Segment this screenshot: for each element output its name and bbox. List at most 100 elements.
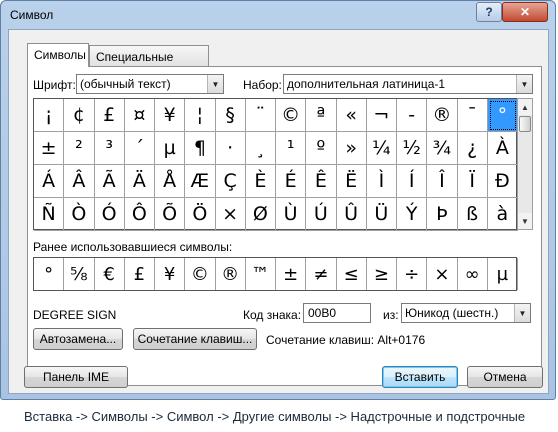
recent-symbol-cell[interactable]: € bbox=[95, 258, 125, 290]
symbol-cell[interactable]: Ç bbox=[215, 165, 246, 198]
symbol-cell[interactable]: Õ bbox=[155, 198, 186, 231]
symbol-cell[interactable]: ª bbox=[306, 99, 337, 132]
recent-symbol-cell[interactable]: ® bbox=[216, 258, 246, 290]
symbol-cell[interactable]: Â bbox=[64, 165, 95, 198]
cancel-button[interactable]: Отмена bbox=[467, 366, 543, 388]
recent-symbol-cell[interactable]: ∞ bbox=[458, 258, 488, 290]
close-button[interactable]: ✕ bbox=[502, 2, 548, 22]
symbol-cell[interactable]: Ø bbox=[245, 198, 276, 231]
font-combo[interactable]: (обычный текст) ▼ bbox=[76, 74, 224, 94]
ime-pad-button[interactable]: Панель IME bbox=[24, 366, 128, 388]
symbol-cell[interactable]: ¡ bbox=[34, 99, 65, 132]
symbol-cell[interactable]: Þ bbox=[427, 198, 458, 231]
symbol-cell[interactable]: § bbox=[215, 99, 246, 132]
recent-symbol-cell[interactable]: ° bbox=[34, 258, 65, 290]
symbol-cell[interactable]: ¿ bbox=[457, 132, 488, 165]
scroll-down-icon[interactable]: ▼ bbox=[518, 213, 532, 229]
symbol-cell[interactable]: ß bbox=[457, 198, 488, 231]
autocorrect-button[interactable]: Автозамена... bbox=[33, 328, 123, 350]
title-bar[interactable]: Символ ? ✕ bbox=[1, 1, 555, 29]
from-combo[interactable]: Юникод (шестн.) ▼ bbox=[401, 303, 531, 323]
recent-symbol-cell[interactable]: × bbox=[427, 258, 458, 290]
symbol-cell[interactable]: Ã bbox=[94, 165, 125, 198]
symbol-cell[interactable]: × bbox=[215, 198, 246, 231]
recent-symbol-cell[interactable]: ÷ bbox=[397, 258, 428, 290]
symbol-cell[interactable]: à bbox=[487, 198, 518, 231]
recent-symbol-cell[interactable]: ¥ bbox=[155, 258, 186, 290]
chevron-down-icon[interactable]: ▼ bbox=[516, 75, 532, 93]
tab-symbols[interactable]: Символы bbox=[27, 43, 89, 67]
symbol-cell[interactable]: ² bbox=[64, 132, 95, 165]
symbol-cell[interactable]: Å bbox=[155, 165, 186, 198]
symbol-cell[interactable]: Æ bbox=[185, 165, 216, 198]
symbol-cell[interactable]: ¾ bbox=[427, 132, 458, 165]
insert-button[interactable]: Вставить bbox=[382, 366, 458, 388]
symbol-cell[interactable]: Ú bbox=[306, 198, 337, 231]
recent-symbol-cell[interactable]: ⅝ bbox=[64, 258, 95, 290]
symbol-cell[interactable]: ¹ bbox=[276, 132, 307, 165]
char-code-input[interactable]: 00B0 bbox=[303, 303, 371, 323]
symbol-cell[interactable]: ¤ bbox=[124, 99, 155, 132]
symbol-cell[interactable]: ¥ bbox=[155, 99, 186, 132]
symbol-cell[interactable]: Ù bbox=[276, 198, 307, 231]
symbol-cell[interactable]: ¦ bbox=[185, 99, 216, 132]
recent-symbol-cell[interactable]: µ bbox=[488, 258, 518, 290]
tab-special-characters[interactable]: Специальные знаки bbox=[89, 45, 209, 78]
scrollbar-thumb[interactable] bbox=[519, 116, 531, 132]
symbol-cell[interactable]: ¯ bbox=[457, 99, 488, 132]
recent-symbol-cell[interactable]: ≤ bbox=[337, 258, 367, 290]
symbol-cell[interactable]: ´ bbox=[124, 132, 155, 165]
symbol-cell[interactable]: » bbox=[336, 132, 367, 165]
symbol-cell[interactable]: µ bbox=[155, 132, 186, 165]
symbol-cell[interactable]: Á bbox=[34, 165, 65, 198]
recent-symbol-cell[interactable]: © bbox=[185, 258, 216, 290]
recent-symbol-cell[interactable]: ≥ bbox=[367, 258, 397, 290]
chevron-down-icon[interactable]: ▼ bbox=[514, 304, 530, 322]
symbol-cell[interactable]: Ì bbox=[366, 165, 397, 198]
symbol-cell[interactable]: ½ bbox=[397, 132, 428, 165]
symbol-cell[interactable]: ¶ bbox=[185, 132, 216, 165]
symbol-cell[interactable]: Ô bbox=[124, 198, 155, 231]
recent-symbol-cell[interactable]: ™ bbox=[246, 258, 276, 290]
symbol-cell[interactable]: ¼ bbox=[366, 132, 397, 165]
symbol-cell[interactable]: £ bbox=[94, 99, 125, 132]
symbol-cell[interactable]: À bbox=[487, 132, 518, 165]
help-button[interactable]: ? bbox=[476, 2, 502, 22]
symbol-cell[interactable]: ¬ bbox=[366, 99, 397, 132]
scroll-up-icon[interactable]: ▲ bbox=[518, 99, 532, 115]
symbol-cell[interactable]: Ï bbox=[457, 165, 488, 198]
chevron-down-icon[interactable]: ▼ bbox=[207, 75, 223, 93]
shortcut-key-button[interactable]: Сочетание клавиш... bbox=[133, 328, 257, 350]
symbol-cell[interactable]: É bbox=[276, 165, 307, 198]
symbol-cell[interactable]: Í bbox=[397, 165, 428, 198]
symbol-cell[interactable]: Ó bbox=[94, 198, 125, 231]
symbol-cell[interactable]: ¨ bbox=[245, 99, 276, 132]
symbol-cell[interactable]: © bbox=[276, 99, 307, 132]
symbol-cell[interactable]: Ê bbox=[306, 165, 337, 198]
symbol-cell[interactable]: ° bbox=[487, 99, 518, 132]
symbol-cell[interactable]: Ò bbox=[64, 198, 95, 231]
symbol-cell[interactable]: · bbox=[215, 132, 246, 165]
symbol-cell[interactable]: ¸ bbox=[245, 132, 276, 165]
symbol-cell[interactable]: ³ bbox=[94, 132, 125, 165]
symbol-cell[interactable]: Û bbox=[336, 198, 367, 231]
symbol-cell[interactable]: Ñ bbox=[34, 198, 65, 231]
recent-symbol-cell[interactable]: ± bbox=[276, 258, 307, 290]
subset-combo[interactable]: дополнительная латиница-1 ▼ bbox=[283, 74, 533, 94]
symbol-cell[interactable]: º bbox=[306, 132, 337, 165]
symbol-cell[interactable]: Î bbox=[427, 165, 458, 198]
symbol-cell[interactable]: Ð bbox=[487, 165, 518, 198]
symbol-grid-scrollbar[interactable]: ▲ ▼ bbox=[517, 98, 533, 230]
symbol-cell[interactable]: - bbox=[397, 99, 428, 132]
symbol-cell[interactable]: Ü bbox=[366, 198, 397, 231]
symbol-cell[interactable]: ¢ bbox=[64, 99, 95, 132]
recent-symbol-cell[interactable]: ≠ bbox=[306, 258, 337, 290]
symbol-cell[interactable]: Ä bbox=[124, 165, 155, 198]
symbol-cell[interactable]: ± bbox=[34, 132, 65, 165]
symbol-cell[interactable]: È bbox=[245, 165, 276, 198]
recent-symbol-cell[interactable]: £ bbox=[125, 258, 155, 290]
symbol-cell[interactable]: Ö bbox=[185, 198, 216, 231]
symbol-cell[interactable]: Ý bbox=[397, 198, 428, 231]
symbol-cell[interactable]: ® bbox=[427, 99, 458, 132]
symbol-cell[interactable]: « bbox=[336, 99, 367, 132]
